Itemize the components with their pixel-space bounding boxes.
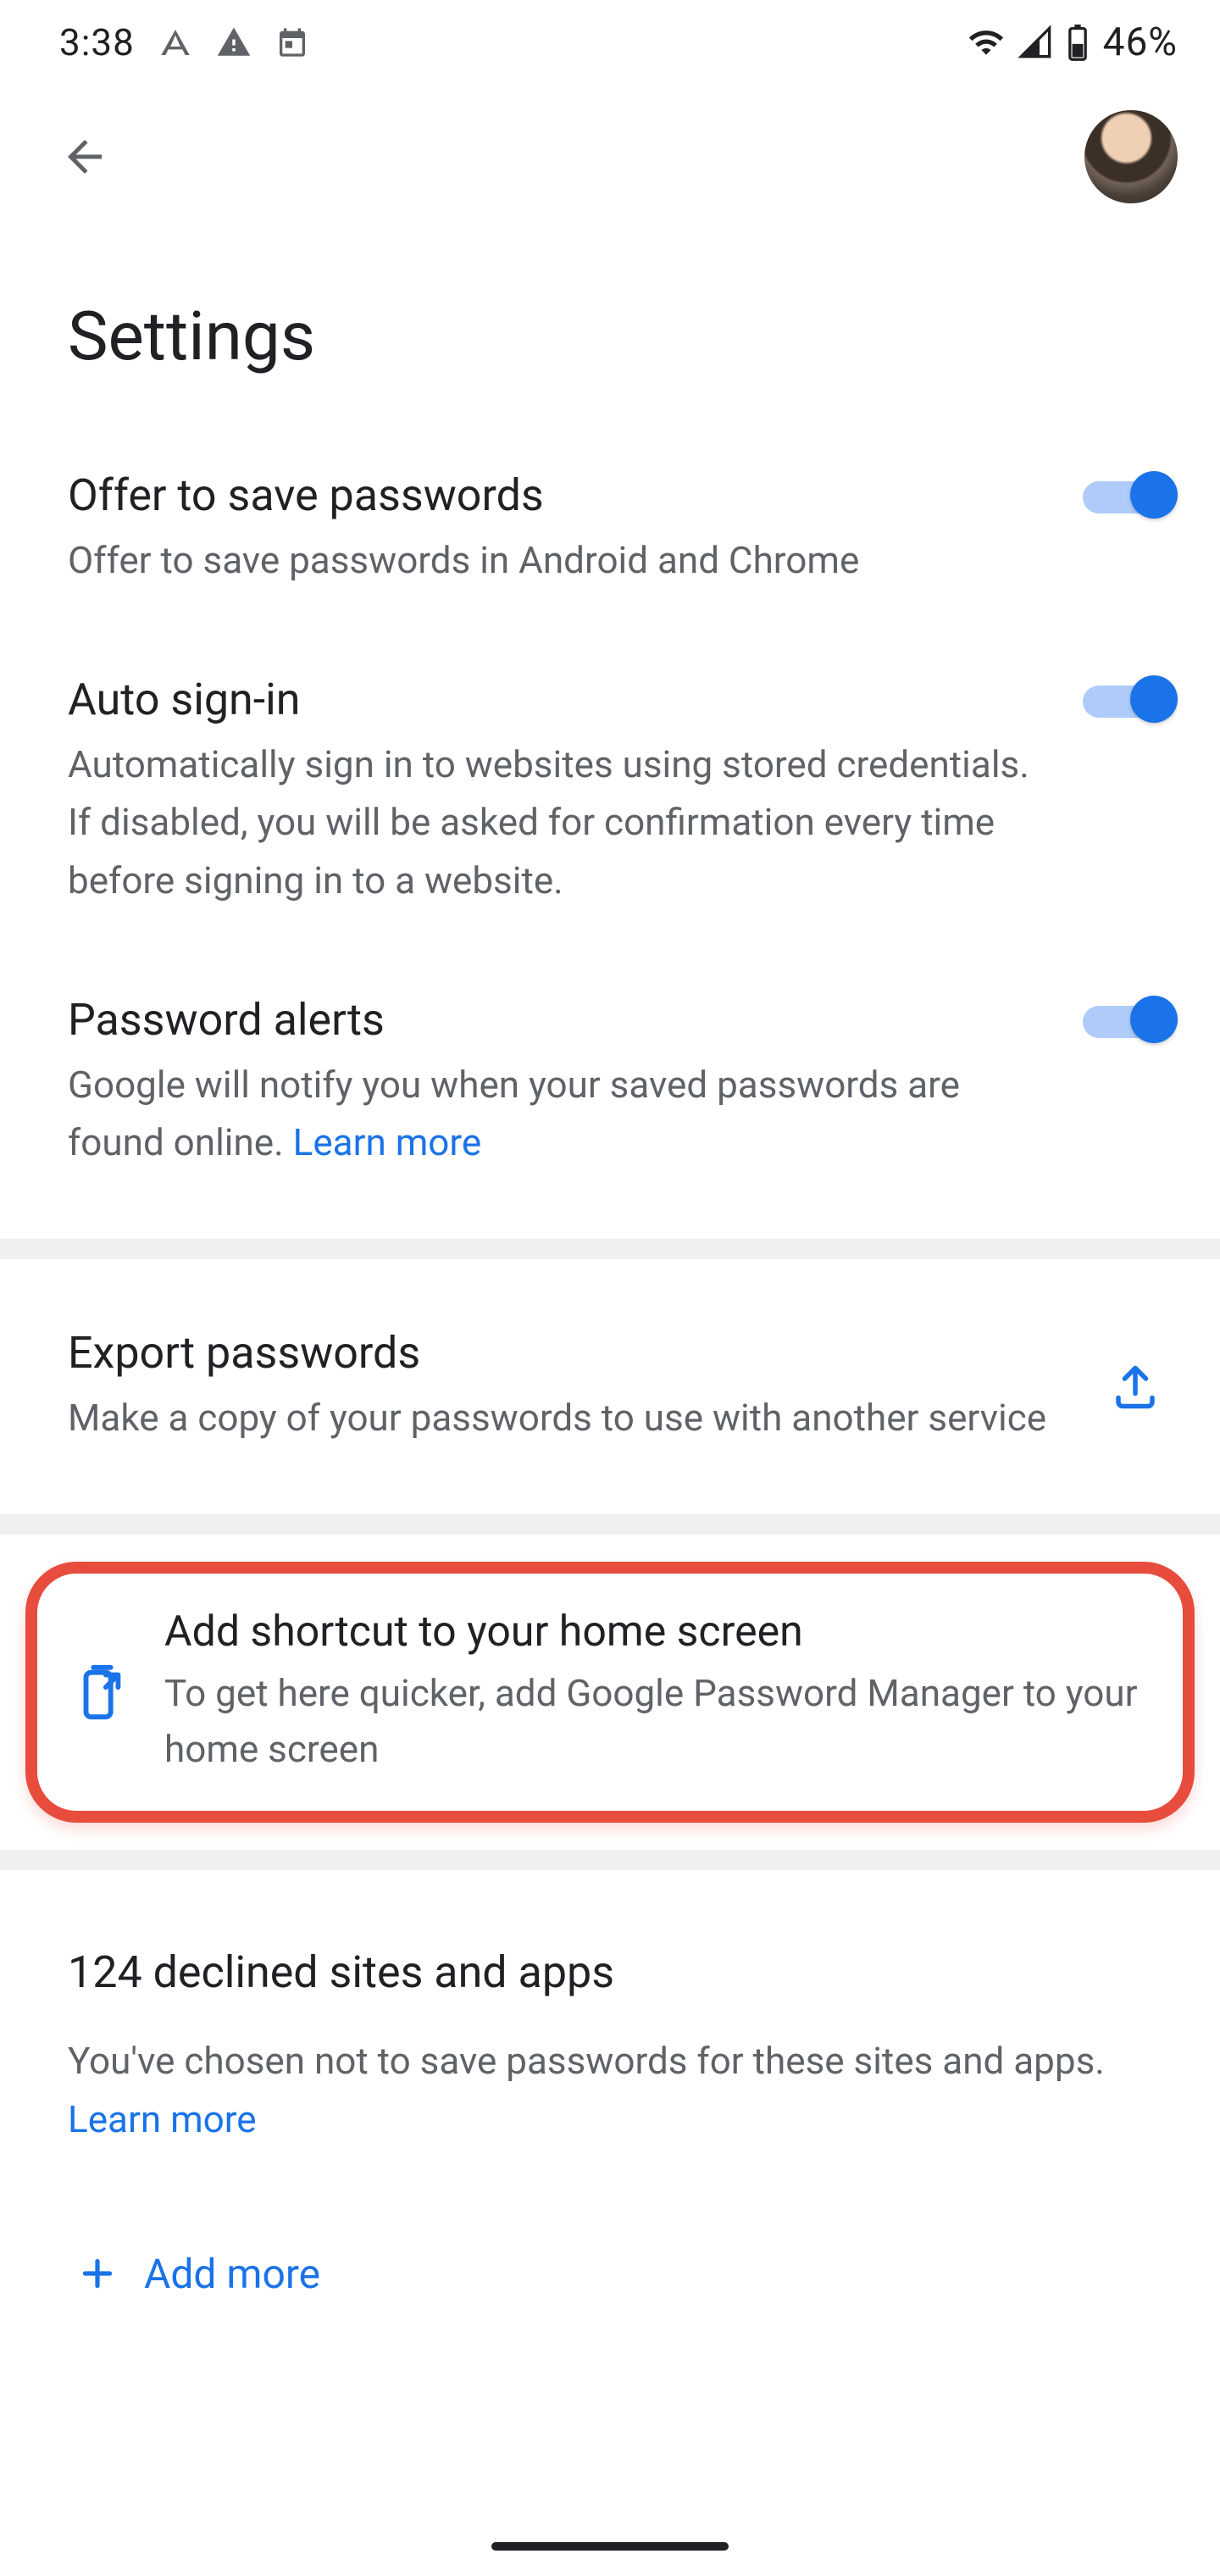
status-left: 3:38 — [59, 20, 309, 64]
setting-title: Password alerts — [68, 994, 1049, 1046]
setting-offer-save-passwords[interactable]: Offer to save passwords Offer to save pa… — [0, 427, 1220, 631]
upload-icon — [1110, 1362, 1161, 1413]
declined-section: 124 declined sites and apps You've chose… — [0, 1870, 1220, 2348]
shortcut-section: Add shortcut to your home screen To get … — [0, 1535, 1220, 1850]
export-desc: Make a copy of your passwords to use wit… — [68, 1389, 1076, 1446]
back-button[interactable] — [51, 123, 119, 191]
toggle-offer-save[interactable] — [1083, 469, 1178, 520]
nav-handle[interactable] — [491, 2542, 729, 2551]
shortcut-desc: To get here quicker, add Google Password… — [164, 1665, 1140, 1777]
settings-section: Offer to save passwords Offer to save pa… — [0, 427, 1220, 1239]
setting-desc: Automatically sign in to websites using … — [68, 736, 1049, 909]
add-shortcut-card[interactable]: Add shortcut to your home screen To get … — [25, 1562, 1195, 1823]
declined-desc: You've chosen not to save passwords for … — [68, 2032, 1152, 2147]
arrow-left-icon — [59, 131, 110, 182]
toggle-auto-signin[interactable] — [1083, 674, 1178, 724]
divider — [0, 1850, 1220, 1870]
setting-title: Offer to save passwords — [68, 469, 1049, 521]
status-bar: 3:38 46% — [0, 0, 1220, 85]
shortcut-title: Add shortcut to your home screen — [164, 1607, 1140, 1657]
setting-desc-text: Google will notify you when your saved p… — [68, 1063, 960, 1164]
toggle-password-alerts[interactable] — [1083, 994, 1178, 1045]
battery-icon — [1066, 24, 1090, 61]
setting-auto-signin[interactable]: Auto sign-in Automatically sign in to we… — [0, 631, 1220, 952]
learn-more-link[interactable]: Learn more — [68, 2097, 257, 2141]
signal-icon — [1018, 25, 1052, 59]
divider — [0, 1239, 1220, 1259]
status-right: 46% — [968, 19, 1178, 65]
setting-desc: Google will notify you when your saved p… — [68, 1056, 1049, 1171]
declined-desc-text: You've chosen not to save passwords for … — [68, 2039, 1105, 2083]
export-passwords-row[interactable]: Export passwords Make a copy of your pas… — [0, 1259, 1220, 1514]
export-title: Export passwords — [68, 1327, 1076, 1379]
calendar-icon — [275, 25, 309, 59]
plus-icon — [76, 2252, 119, 2295]
add-more-label: Add more — [144, 2250, 320, 2298]
setting-desc: Offer to save passwords in Android and C… — [68, 531, 1049, 589]
app-header — [0, 85, 1220, 229]
setting-title: Auto sign-in — [68, 674, 1049, 725]
wifi-icon — [968, 24, 1005, 61]
divider — [0, 1514, 1220, 1535]
add-to-home-icon — [71, 1663, 130, 1722]
declined-title: 124 declined sites and apps — [68, 1946, 1152, 1998]
status-time: 3:38 — [59, 20, 135, 64]
add-more-button[interactable]: Add more — [0, 2199, 1220, 2349]
page-title: Settings — [0, 229, 1220, 427]
export-section: Export passwords Make a copy of your pas… — [0, 1259, 1220, 1514]
warning-icon — [216, 25, 252, 60]
avatar[interactable] — [1084, 110, 1178, 203]
learn-more-link[interactable]: Learn more — [293, 1120, 482, 1164]
battery-percentage: 46% — [1103, 19, 1178, 65]
font-icon — [158, 25, 192, 59]
setting-password-alerts[interactable]: Password alerts Google will notify you w… — [0, 952, 1220, 1239]
